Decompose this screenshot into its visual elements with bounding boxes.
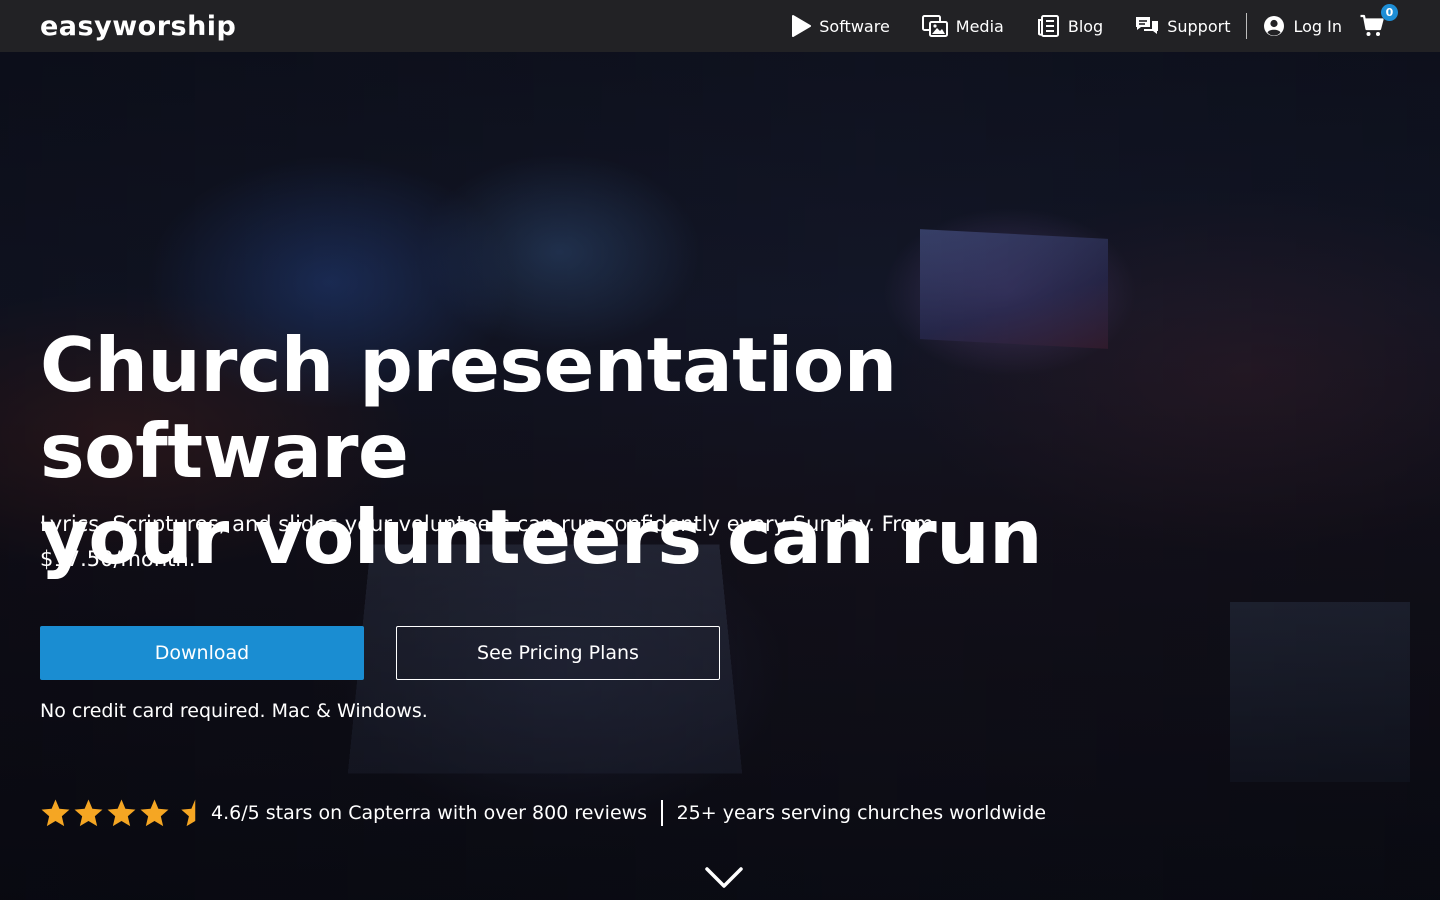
nav-item-support[interactable]: Support <box>1135 15 1230 37</box>
nav-label-software: Software <box>819 16 890 36</box>
rating-text: 4.6/5 stars on Capterra with over 800 re… <box>211 802 648 824</box>
main-nav: Software Media Blog Support Log In 0 <box>791 0 1440 52</box>
play-icon <box>791 15 812 37</box>
easyworship-logo[interactable]: easyworship <box>40 10 237 42</box>
star-icon <box>107 799 136 827</box>
cta-note: No credit card required. Mac & Windows. <box>40 700 428 722</box>
top-navigation-bar: easyworship Software Media Blog Support … <box>0 0 1440 52</box>
logo-wordmark: easyworship <box>40 10 237 42</box>
years-text: 25+ years serving churches worldwide <box>676 802 1047 824</box>
star-icon <box>41 799 70 827</box>
nav-label-blog: Blog <box>1067 16 1104 36</box>
star-icon <box>74 799 103 827</box>
proof-divider <box>661 800 663 826</box>
nav-label-media: Media <box>955 16 1004 36</box>
nav-item-software[interactable]: Software <box>791 15 890 37</box>
chevron-down-icon <box>705 867 743 888</box>
nav-label-support: Support <box>1167 16 1231 36</box>
nav-divider <box>1246 13 1248 39</box>
media-icon <box>921 15 948 37</box>
scroll-down-button[interactable] <box>704 864 744 892</box>
download-button[interactable]: Download <box>40 626 364 680</box>
star-icon <box>140 799 169 827</box>
blog-icon <box>1037 15 1060 37</box>
support-icon <box>1135 15 1159 37</box>
user-circle-icon <box>1263 15 1285 37</box>
login-label: Log In <box>1293 16 1342 36</box>
nav-item-media[interactable]: Media <box>921 15 1004 37</box>
cart-icon <box>1360 14 1384 42</box>
cart-count-badge: 0 <box>1381 4 1398 21</box>
nav-item-blog[interactable]: Blog <box>1037 15 1104 37</box>
social-proof-row: 4.6/5 stars on Capterra with over 800 re… <box>40 796 1046 830</box>
cart-button[interactable]: 0 <box>1360 4 1398 38</box>
rating-stars <box>40 798 203 828</box>
login-link[interactable]: Log In <box>1263 15 1342 37</box>
see-pricing-plans-button[interactable]: See Pricing Plans <box>396 626 720 680</box>
half-star-icon <box>181 799 196 827</box>
hero-title-line-1: Church presentation software <box>40 321 897 495</box>
hero-subtitle: Lyrics, Scriptures, and slides your volu… <box>40 512 934 571</box>
